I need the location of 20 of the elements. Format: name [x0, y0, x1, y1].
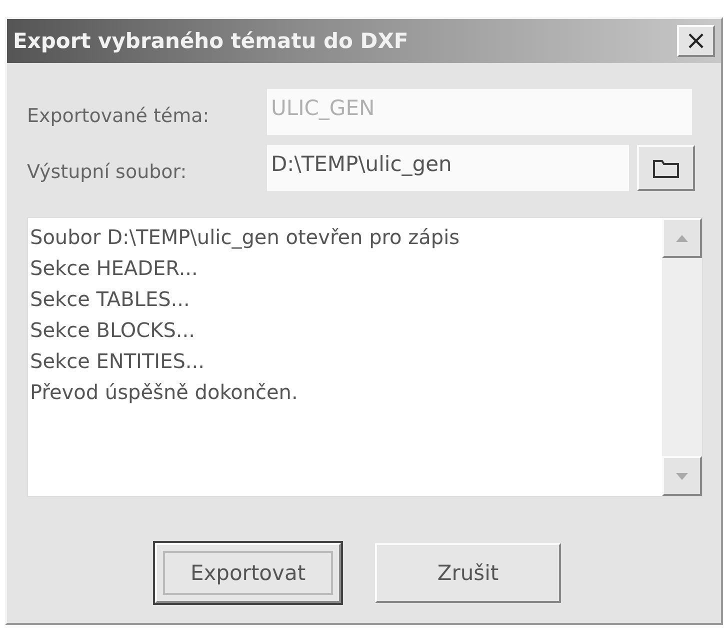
log-line: Sekce ENTITIES...	[30, 348, 206, 375]
browse-button[interactable]	[637, 145, 695, 191]
scroll-up-button[interactable]	[662, 218, 702, 258]
log-line: Soubor D:\TEMP\ulic_gen otevřen pro zápis	[30, 224, 461, 251]
field-label: Výstupní soubor:	[27, 160, 188, 183]
log-line: Sekce HEADER...	[30, 255, 199, 282]
up-arrow-icon	[676, 234, 688, 242]
down-arrow-icon	[676, 472, 688, 480]
cancel-button[interactable]: Zrušit	[375, 543, 561, 603]
field-label: Exportované téma:	[27, 104, 210, 127]
window-title: Export vybraného tématu do DXF	[13, 29, 408, 53]
log-line: Sekce TABLES...	[30, 286, 191, 313]
folder-icon	[652, 157, 680, 179]
log-line: Sekce BLOCKS...	[30, 317, 196, 344]
scroll-down-button[interactable]	[662, 456, 702, 496]
log-line: Převod úspěšně dokončen.	[30, 379, 299, 406]
close-button[interactable]: ×	[677, 25, 715, 57]
scrollbar[interactable]	[662, 218, 702, 496]
export-button[interactable]: Exportovat	[155, 543, 341, 603]
input-field[interactable]: D:\TEMP\ulic_gen	[267, 145, 629, 191]
